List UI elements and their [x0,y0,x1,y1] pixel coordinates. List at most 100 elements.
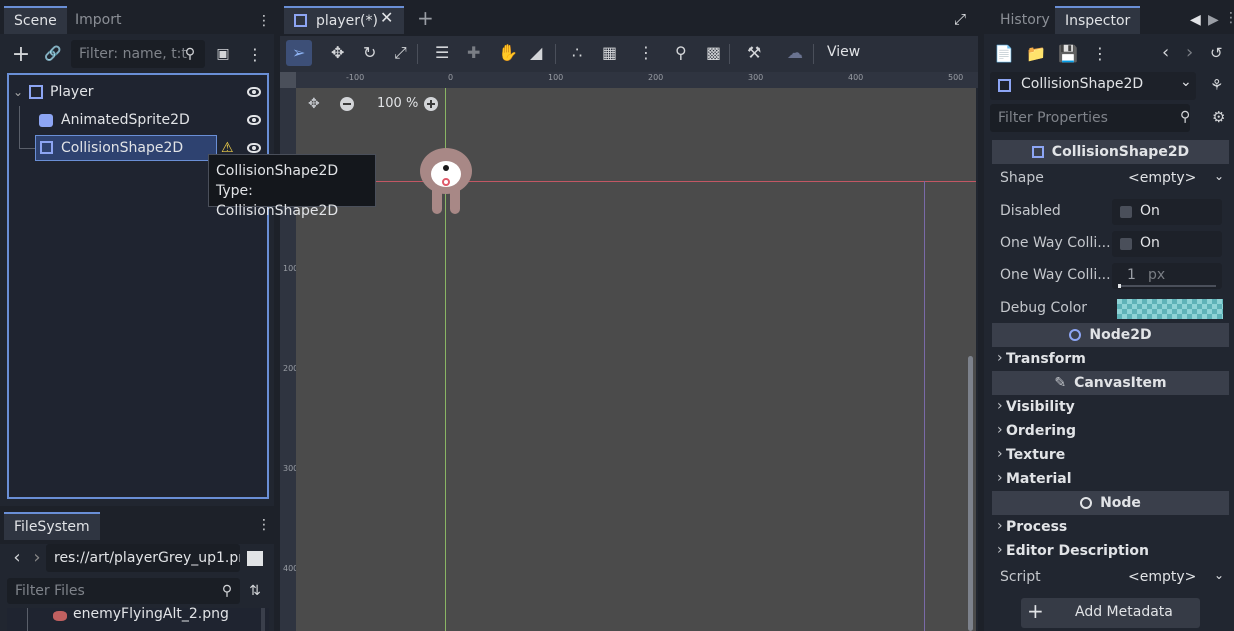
checkbox[interactable] [1120,238,1132,250]
filesystem-list: enemyFlyingAlt_2.png [7,606,269,631]
lock-icon[interactable]: ⚲ [675,43,687,62]
particles-icon[interactable]: ☁ [787,43,803,62]
property-one-way-margin: One Way Colli... 1 px [992,260,1229,292]
node2d-icon [29,85,43,99]
tab-filesystem[interactable]: FileSystem [4,512,100,540]
debug-color-swatch[interactable] [1117,299,1223,319]
group-icon[interactable]: ▩ [706,43,721,62]
section-collisionshape2d[interactable]: CollisionShape2D [992,140,1229,164]
ruler-icon[interactable]: ◢ [530,43,542,62]
section-canvasitem[interactable]: ✎ CanvasItem [992,371,1229,395]
add-metadata-button[interactable]: + Add Metadata [1021,598,1200,628]
split-view-icon[interactable] [247,551,263,566]
add-tab-icon[interactable]: + [417,6,434,30]
group-visibility[interactable]: Visibility [992,394,1229,419]
checkbox[interactable] [1120,206,1132,218]
visibility-eye-icon[interactable] [247,115,261,125]
inspector-menu-icon[interactable]: ⋮ [1092,44,1108,63]
link-icon[interactable]: 🔗 [42,42,64,66]
chevron-down-icon[interactable]: ⌄ [1214,169,1224,183]
inspector-tabbar: History Inspector ◀ ▶ ⋮ [984,0,1234,34]
tools-icon[interactable]: ⚙ [1212,108,1225,126]
margin-slider-handle[interactable] [1118,284,1121,288]
node-circle-icon [1080,497,1093,509]
filesystem-path-field[interactable]: res://art/playerGrey_up1.pn [46,544,240,572]
one-way-checkbox-field[interactable]: On [1112,231,1222,257]
tree-row-animatedsprite2d[interactable]: AnimatedSprite2D [9,106,267,134]
filesystem-filter-input[interactable]: Filter Files [7,578,240,604]
chevron-down-icon[interactable]: ⌄ [1214,568,1224,582]
history-forward-icon[interactable]: › [1186,42,1193,63]
visibility-eye-icon[interactable] [247,143,261,153]
script-value[interactable]: <empty> [1128,569,1196,585]
view-menu-button[interactable]: View [827,44,860,60]
history-back-icon[interactable]: ‹ [1162,42,1169,63]
back-arrow-icon[interactable]: ‹ [10,546,24,568]
search-icon: ⚲ [221,583,233,599]
group-process[interactable]: Process [992,514,1229,539]
group-texture[interactable]: Texture [992,442,1229,467]
canvas-toolbar: ➢ ✥ ↻ ⤢ ☰ ✚ ✋ ◢ ∴ ▦ ⋮ ⚲ ▩ ⚒ ☁ View [280,36,978,72]
group-material[interactable]: Material [992,466,1229,491]
node-tree-icon[interactable]: ⚘ [1210,76,1223,94]
grid-snap-icon[interactable]: ▦ [602,43,617,62]
section-node2d[interactable]: Node2D [992,323,1229,347]
scrollbar[interactable] [261,608,265,631]
center-view-icon[interactable]: ✥ [308,96,320,112]
save-icon[interactable]: 💾 [1058,44,1078,63]
chevron-down-icon[interactable]: ⌄ [13,78,23,106]
dock-menu-icon[interactable]: ⋮ [256,12,272,30]
bone-icon[interactable]: ⚒ [747,43,761,62]
zoom-out-minus [343,103,351,105]
close-icon[interactable]: ✕ [380,8,393,27]
collapse-left-icon[interactable]: ◀ [1190,12,1201,28]
snap-menu-icon[interactable]: ⋮ [638,43,654,62]
one-way-margin-field[interactable]: 1 px [1112,263,1222,289]
group-transform[interactable]: Transform [992,346,1229,371]
chevron-down-icon[interactable]: ⌄ [1180,74,1192,90]
forward-arrow-icon[interactable]: › [30,546,44,568]
sort-icon[interactable]: ⇅ [246,581,264,601]
smart-snap-icon[interactable]: ∴ [572,43,582,62]
section-node[interactable]: Node [992,491,1229,515]
viewport-scrollbar[interactable] [968,356,973,631]
inspector-filter-input[interactable]: Filter Properties [990,104,1190,132]
rotate-icon[interactable]: ↻ [363,43,376,62]
dock-menu-icon[interactable]: ⋮ [256,516,272,534]
tree-row-player[interactable]: ⌄ Player [9,78,267,106]
object-selector[interactable]: CollisionShape2D ⌄ [990,72,1196,100]
scene-menu-icon[interactable]: ⋮ [245,44,265,64]
pivot-icon[interactable]: ✚ [467,43,480,62]
group-editor-description[interactable]: Editor Description [992,538,1229,563]
instance-scene-icon[interactable]: ▣ [213,44,233,64]
disabled-checkbox-field[interactable]: On [1112,199,1222,225]
fullscreen-icon[interactable]: ⤢ [954,10,966,28]
tab-import[interactable]: Import [65,6,131,34]
group-ordering[interactable]: Ordering [992,418,1229,443]
canvas-viewport[interactable]: ✥ 100 % [296,88,976,631]
list-item[interactable]: enemyFlyingAlt_2.png [73,606,229,622]
dock-menu-icon[interactable]: ⋮ [1224,10,1234,26]
tab-history[interactable]: History [990,6,1060,34]
ruler-tick-label: 100 [548,73,564,82]
add-node-icon[interactable]: + [10,42,32,67]
editor-area: player(*) ✕ + ⤢ ➢ ✥ ↻ ⤢ ☰ ✚ ✋ ◢ ∴ ▦ ⋮ ⚲ … [280,0,978,631]
pan-hand-icon[interactable]: ✋ [498,43,518,62]
tab-scene[interactable]: Scene [4,6,67,34]
collapse-right-icon[interactable]: ▶ [1208,12,1219,28]
select-arrow-icon[interactable]: ➢ [292,43,305,62]
scale-icon[interactable]: ⤢ [394,43,407,63]
x-axis-line [296,181,976,182]
new-resource-icon[interactable]: 📄 [994,44,1014,63]
zoom-level[interactable]: 100 % [377,96,418,111]
shape-value[interactable]: <empty> [1128,170,1196,186]
open-folder-icon[interactable]: 📁 [1026,44,1046,63]
visibility-eye-icon[interactable] [247,87,261,97]
list-select-icon[interactable]: ☰ [435,43,449,62]
tab-inspector[interactable]: Inspector [1055,6,1141,34]
move-icon[interactable]: ✥ [331,43,344,62]
margin-slider[interactable] [1118,285,1216,287]
node2d-icon [294,14,307,27]
history-list-icon[interactable]: ↺ [1210,44,1223,62]
player-sprite[interactable] [420,148,472,216]
